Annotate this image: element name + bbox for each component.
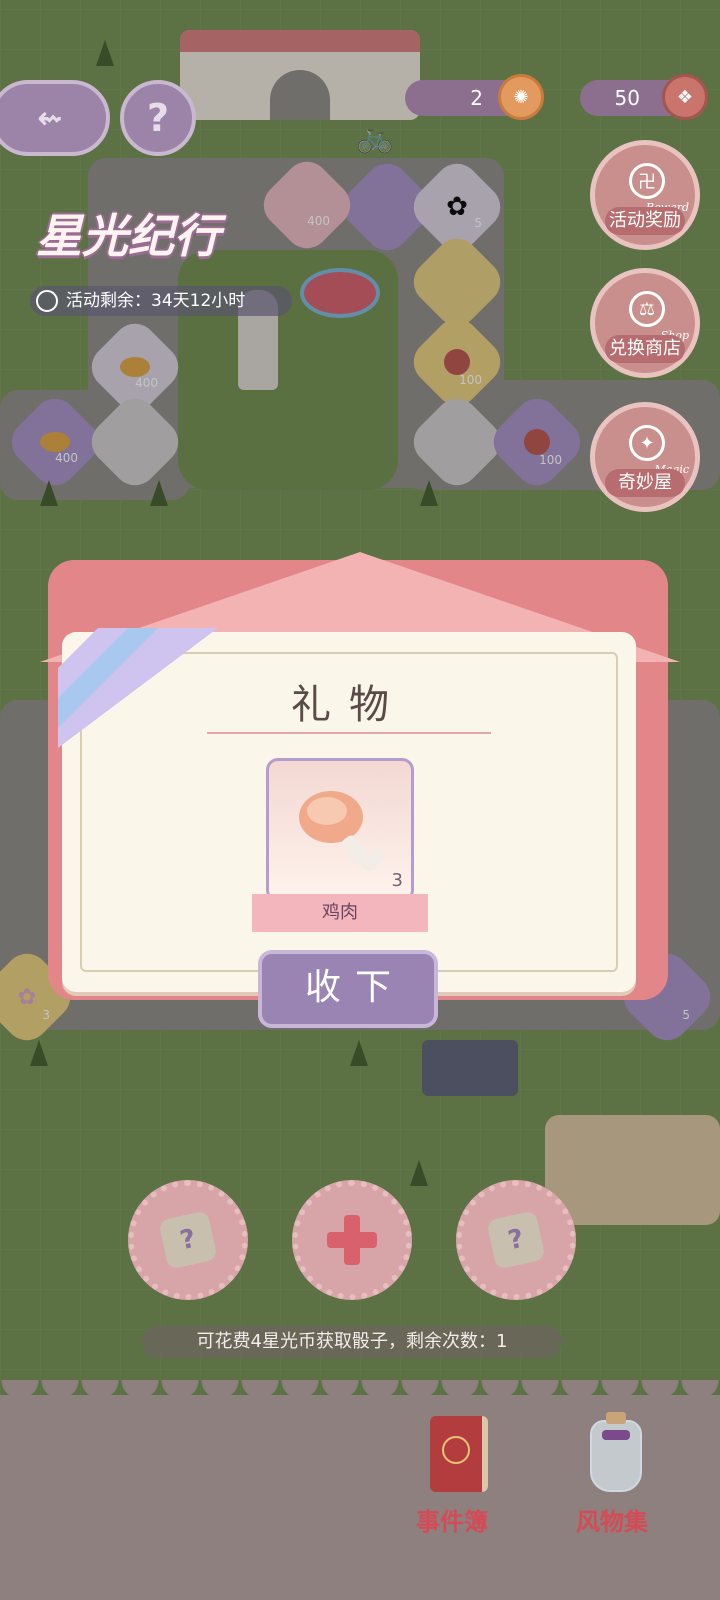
clock-icon [36,290,58,312]
dice-hint: 可花费4星光币获取骰子，剩余次数：1 [142,1326,562,1358]
side-label: 兑换商店 [605,335,685,363]
exchange-shop-button[interactable]: ⚖ Shop 兑换商店 [590,268,700,378]
event-timer: 活动剩余：34天12小时 [30,286,292,316]
add-dice-button[interactable] [292,1180,412,1300]
event-timer-text: 活动剩余：34天12小时 [66,291,246,311]
chicken-leg-icon [299,791,384,871]
item-name: 鸡肉 [322,902,358,923]
currency-b-count: 50 [614,86,640,110]
scallop-edge [0,1380,720,1410]
event-reward-button[interactable]: 卍 Reward 活动奖励 [590,140,700,250]
bottom-nav-label: 事件簿 [416,1507,488,1536]
question-icon: ? [146,96,170,140]
token-coin-icon: ❖ [662,74,708,120]
dice-icon: ? [486,1210,546,1270]
mystery-dice-left-button[interactable]: ? [128,1180,248,1300]
red-book-icon [430,1416,488,1492]
title-divider [207,732,491,734]
side-label: 奇妙屋 [605,469,685,497]
magic-icon: ✦ [629,425,665,461]
dice-icon: ? [158,1210,218,1270]
currency-a-count: 2 [470,86,483,110]
star-coin-icon: ✺ [498,74,544,120]
side-label: 活动奖励 [605,207,685,235]
magic-house-button[interactable]: ✦ Magic 奇妙屋 [590,402,700,512]
scale-icon: ⚖ [629,291,665,327]
bottle-icon [590,1412,642,1492]
plus-icon [327,1215,377,1265]
mystery-dice-right-button[interactable]: ? [456,1180,576,1300]
item-name-ribbon: 鸡肉 [252,894,428,932]
collection-button[interactable]: 风物集 [568,1410,668,1540]
back-button[interactable]: ⇜ [0,80,110,156]
event-book-button[interactable]: 事件簿 [408,1410,508,1540]
back-arrow-icon: ⇜ [37,100,63,136]
event-title: 星光纪行 [36,209,220,263]
collect-button[interactable]: 收下 [258,950,438,1028]
gift-card: 礼物 3 鸡肉 [58,628,636,992]
popup-title: 礼物 [291,682,407,728]
item-count: 3 [391,870,403,891]
bottom-nav-label: 风物集 [576,1507,648,1536]
help-button[interactable]: ? [120,80,196,156]
reward-item: 3 [266,758,414,902]
reward-icon: 卍 [629,163,665,199]
